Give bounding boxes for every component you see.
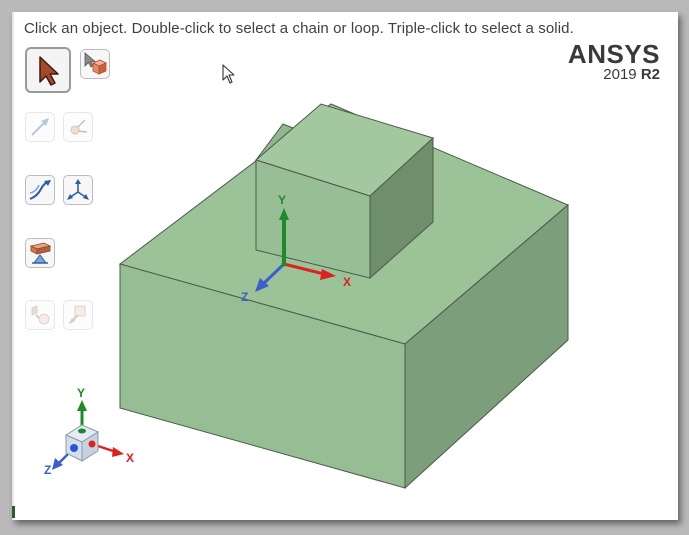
pull-arrow-icon xyxy=(31,118,49,136)
move-icon xyxy=(70,119,88,135)
model-triad-x-label: X xyxy=(343,275,351,289)
select-box-button[interactable] xyxy=(80,49,110,79)
orientation-cube-icon[interactable] xyxy=(64,424,100,462)
graphics-viewport[interactable]: Y X Z Y X Z xyxy=(12,12,678,520)
logo-release: R2 xyxy=(640,66,660,83)
orientation-y-label: Y xyxy=(77,386,85,400)
select-mode-button[interactable] xyxy=(25,47,71,93)
orientation-x-arrowhead xyxy=(112,447,124,457)
split-tool-button[interactable] xyxy=(63,300,93,330)
pull-tool-button[interactable] xyxy=(25,112,55,142)
orientation-y-arrowhead xyxy=(77,400,87,411)
selection-hint-text: Click an object. Double-click to select … xyxy=(24,20,574,37)
ansys-logo-version: 2019 R2 xyxy=(568,67,660,83)
model-triad-z-label: Z xyxy=(241,290,248,304)
mouse-cursor-icon xyxy=(222,64,235,84)
axis-move-icon xyxy=(67,179,89,200)
model-triad-y-label: Y xyxy=(278,193,286,207)
fill-icon xyxy=(29,242,52,264)
split-icon xyxy=(69,305,86,324)
status-indicator xyxy=(12,506,15,518)
axis-tool-button[interactable] xyxy=(63,175,93,205)
orientation-z-label: Z xyxy=(44,463,51,477)
combine-icon xyxy=(31,305,50,325)
move-tool-button[interactable] xyxy=(63,112,93,142)
orientation-x-label: X xyxy=(126,451,134,465)
ansys-logo-name: ANSYS xyxy=(567,39,660,69)
fill-tool-button[interactable] xyxy=(25,238,55,268)
blend-icon xyxy=(29,180,51,200)
blend-tool-button[interactable] xyxy=(25,175,55,205)
combine-tool-button[interactable] xyxy=(25,300,55,330)
model-triad-origin xyxy=(281,261,287,267)
logo-year: 2019 xyxy=(603,66,637,83)
box-select-icon xyxy=(84,52,107,75)
design-window: Y X Z Y X Z Click an object. Double-clic… xyxy=(12,12,678,520)
arrow-cursor-icon xyxy=(39,56,59,86)
ansys-logo: ANSYS 2019 R2 xyxy=(568,41,660,83)
